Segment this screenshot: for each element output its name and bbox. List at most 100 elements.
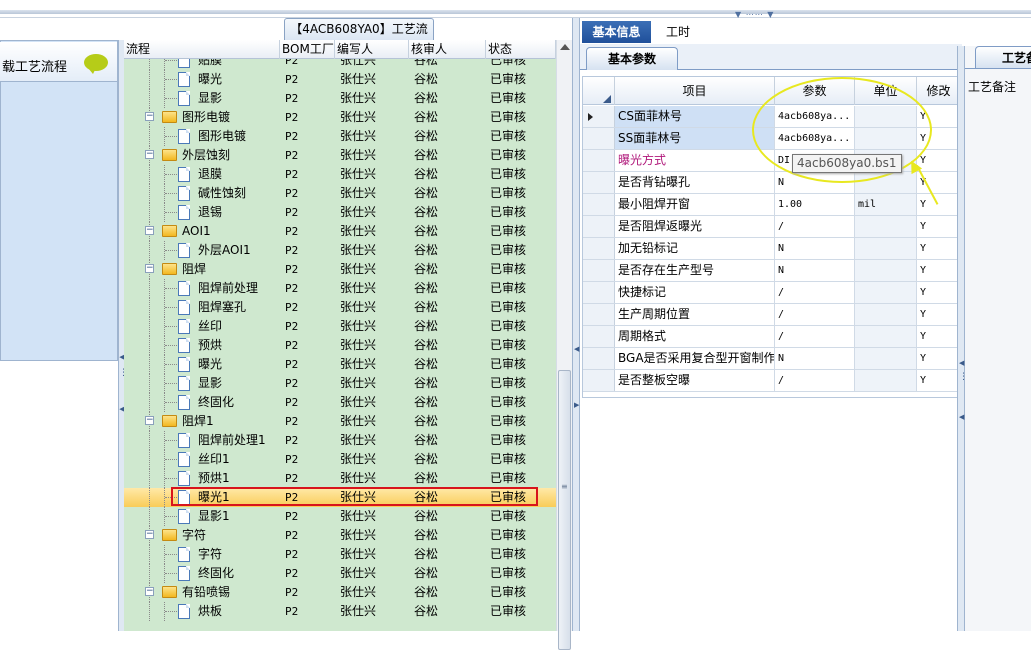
tree-step-row[interactable]: 图形电镀 P2 张仕兴 谷松 已审核: [124, 127, 556, 146]
col-bom[interactable]: BOM工厂: [280, 40, 335, 59]
param-modify-cell[interactable]: Y: [917, 348, 961, 369]
param-modify-cell[interactable]: Y: [917, 304, 961, 325]
tree-step-row[interactable]: 曝光 P2 张仕兴 谷松 已审核: [124, 355, 556, 374]
row-header[interactable]: [583, 282, 615, 303]
param-modify-cell[interactable]: Y: [917, 216, 961, 237]
right-splitter[interactable]: ◀ ⋮ ◀: [957, 46, 968, 631]
tree-step-row[interactable]: 退锡 P2 张仕兴 谷松 已审核: [124, 203, 556, 222]
row-header[interactable]: [583, 304, 615, 325]
col-writer[interactable]: 编写人: [335, 40, 409, 59]
param-value-cell[interactable]: 1.00: [775, 194, 855, 215]
tab-basic-info[interactable]: 基本信息: [582, 21, 651, 43]
param-value-cell[interactable]: /: [775, 326, 855, 347]
collapse-toggle-icon[interactable]: −: [145, 587, 154, 596]
row-header[interactable]: [583, 326, 615, 347]
tree-step-row[interactable]: 预烘 P2 张仕兴 谷松 已审核: [124, 336, 556, 355]
col-reviewer[interactable]: 核审人: [409, 40, 486, 59]
row-header[interactable]: [583, 150, 615, 171]
tree-step-row[interactable]: 丝印 P2 张仕兴 谷松 已审核: [124, 317, 556, 336]
tab-process-remarks[interactable]: 工艺备注: [975, 46, 1031, 68]
row-header[interactable]: [583, 106, 615, 127]
param-modify-cell[interactable]: Y: [917, 370, 961, 391]
param-row[interactable]: 加无铅标记 N Y: [583, 238, 961, 260]
row-header[interactable]: [583, 128, 615, 149]
collapse-toggle-icon[interactable]: −: [145, 150, 154, 159]
row-header[interactable]: [583, 172, 615, 193]
collapse-toggle-icon[interactable]: −: [145, 112, 154, 121]
param-modify-cell[interactable]: Y: [917, 282, 961, 303]
subtab-basic-params[interactable]: 基本参数: [586, 47, 678, 70]
middle-splitter[interactable]: ◀ ▶: [572, 18, 580, 631]
param-row[interactable]: 最小阻焊开窗 1.00 mil Y: [583, 194, 961, 216]
tree-folder-row[interactable]: − 外层蚀刻 P2 张仕兴 谷松 已审核: [124, 146, 556, 165]
param-modify-cell[interactable]: Y: [917, 150, 961, 171]
param-unit-cell[interactable]: [855, 348, 917, 369]
tree-step-row[interactable]: 退膜 P2 张仕兴 谷松 已审核: [124, 165, 556, 184]
tree-step-row[interactable]: 终固化 P2 张仕兴 谷松 已审核: [124, 393, 556, 412]
col-item[interactable]: 项目: [615, 77, 775, 105]
col-status[interactable]: 状态: [486, 40, 556, 59]
param-value-cell[interactable]: N: [775, 238, 855, 259]
collapse-toggle-icon[interactable]: −: [145, 530, 154, 539]
row-header[interactable]: [583, 238, 615, 259]
tree-step-row[interactable]: 显影1 P2 张仕兴 谷松 已审核: [124, 507, 556, 526]
param-unit-cell[interactable]: [855, 260, 917, 281]
param-row[interactable]: 生产周期位置 / Y: [583, 304, 961, 326]
param-row[interactable]: 是否背钻曝孔 N Y: [583, 172, 961, 194]
tree-folder-row[interactable]: − 图形电镀 P2 张仕兴 谷松 已审核: [124, 108, 556, 127]
param-row[interactable]: 快捷标记 / Y: [583, 282, 961, 304]
param-unit-cell[interactable]: [855, 238, 917, 259]
row-header[interactable]: [583, 370, 615, 391]
param-row[interactable]: BGA是否采用复合型开窗制作 N Y: [583, 348, 961, 370]
param-unit-cell[interactable]: [855, 326, 917, 347]
row-header[interactable]: [583, 194, 615, 215]
tree-step-row[interactable]: 预烘1 P2 张仕兴 谷松 已审核: [124, 469, 556, 488]
row-header[interactable]: [583, 260, 615, 281]
param-row[interactable]: 是否整板空曝 / Y: [583, 370, 961, 392]
param-row[interactable]: 周期格式 / Y: [583, 326, 961, 348]
scroll-thumb[interactable]: ≡: [558, 370, 571, 650]
tree-folder-row[interactable]: − AOI1 P2 张仕兴 谷松 已审核: [124, 222, 556, 241]
param-unit-cell[interactable]: [855, 304, 917, 325]
param-modify-cell[interactable]: Y: [917, 326, 961, 347]
tree-folder-row[interactable]: − 阻焊1 P2 张仕兴 谷松 已审核: [124, 412, 556, 431]
collapse-toggle-icon[interactable]: −: [145, 264, 154, 273]
col-flow[interactable]: 流程: [124, 40, 280, 59]
param-row[interactable]: 是否存在生产型号 N Y: [583, 260, 961, 282]
tab-hours[interactable]: 工时: [658, 21, 698, 43]
param-modify-cell[interactable]: Y: [917, 260, 961, 281]
scroll-up-icon[interactable]: [560, 44, 570, 50]
param-value-cell[interactable]: /: [775, 304, 855, 325]
param-value-cell[interactable]: /: [775, 216, 855, 237]
speech-bubble-icon[interactable]: [84, 54, 108, 74]
param-modify-cell[interactable]: Y: [917, 194, 961, 215]
collapse-toggle-icon[interactable]: −: [145, 416, 154, 425]
tree-folder-row[interactable]: − 有铅喷锡 P2 张仕兴 谷松 已审核: [124, 583, 556, 602]
col-modify[interactable]: 修改: [917, 77, 961, 105]
param-value-cell[interactable]: N: [775, 348, 855, 369]
collapse-toggle-icon[interactable]: −: [145, 226, 154, 235]
row-header[interactable]: [583, 216, 615, 237]
tree-step-row[interactable]: 曝光 P2 张仕兴 谷松 已审核: [124, 70, 556, 89]
tree-step-row[interactable]: 碱性蚀刻 P2 张仕兴 谷松 已审核: [124, 184, 556, 203]
tree-step-row[interactable]: 外层AOI1 P2 张仕兴 谷松 已审核: [124, 241, 556, 260]
param-value-cell[interactable]: /: [775, 370, 855, 391]
tree-step-row[interactable]: 阻焊前处理 P2 张仕兴 谷松 已审核: [124, 279, 556, 298]
process-flow-nav-item[interactable]: 载工艺流程: [0, 42, 117, 82]
tree-step-row[interactable]: 烘板 P2 张仕兴 谷松 已审核: [124, 602, 556, 621]
tree-folder-row[interactable]: − 阻焊 P2 张仕兴 谷松 已审核: [124, 260, 556, 279]
param-row[interactable]: 是否阻焊返曝光 / Y: [583, 216, 961, 238]
tree-folder-row[interactable]: − 字符 P2 张仕兴 谷松 已审核: [124, 526, 556, 545]
tree-step-row[interactable]: 显影 P2 张仕兴 谷松 已审核: [124, 89, 556, 108]
tree-step-row[interactable]: 终固化 P2 张仕兴 谷松 已审核: [124, 564, 556, 583]
tree-scrollbar[interactable]: ≡: [556, 40, 572, 650]
param-value-cell[interactable]: /: [775, 282, 855, 303]
param-unit-cell[interactable]: [855, 216, 917, 237]
tree-step-row[interactable]: 贴膜 P2 张仕兴 谷松 已审核: [124, 59, 556, 70]
param-modify-cell[interactable]: Y: [917, 238, 961, 259]
param-unit-cell[interactable]: [855, 282, 917, 303]
tree-step-row[interactable]: 阻焊塞孔 P2 张仕兴 谷松 已审核: [124, 298, 556, 317]
tree-step-row[interactable]: 字符 P2 张仕兴 谷松 已审核: [124, 545, 556, 564]
tree-step-row[interactable]: 阻焊前处理1 P2 张仕兴 谷松 已审核: [124, 431, 556, 450]
param-value-cell[interactable]: N: [775, 260, 855, 281]
